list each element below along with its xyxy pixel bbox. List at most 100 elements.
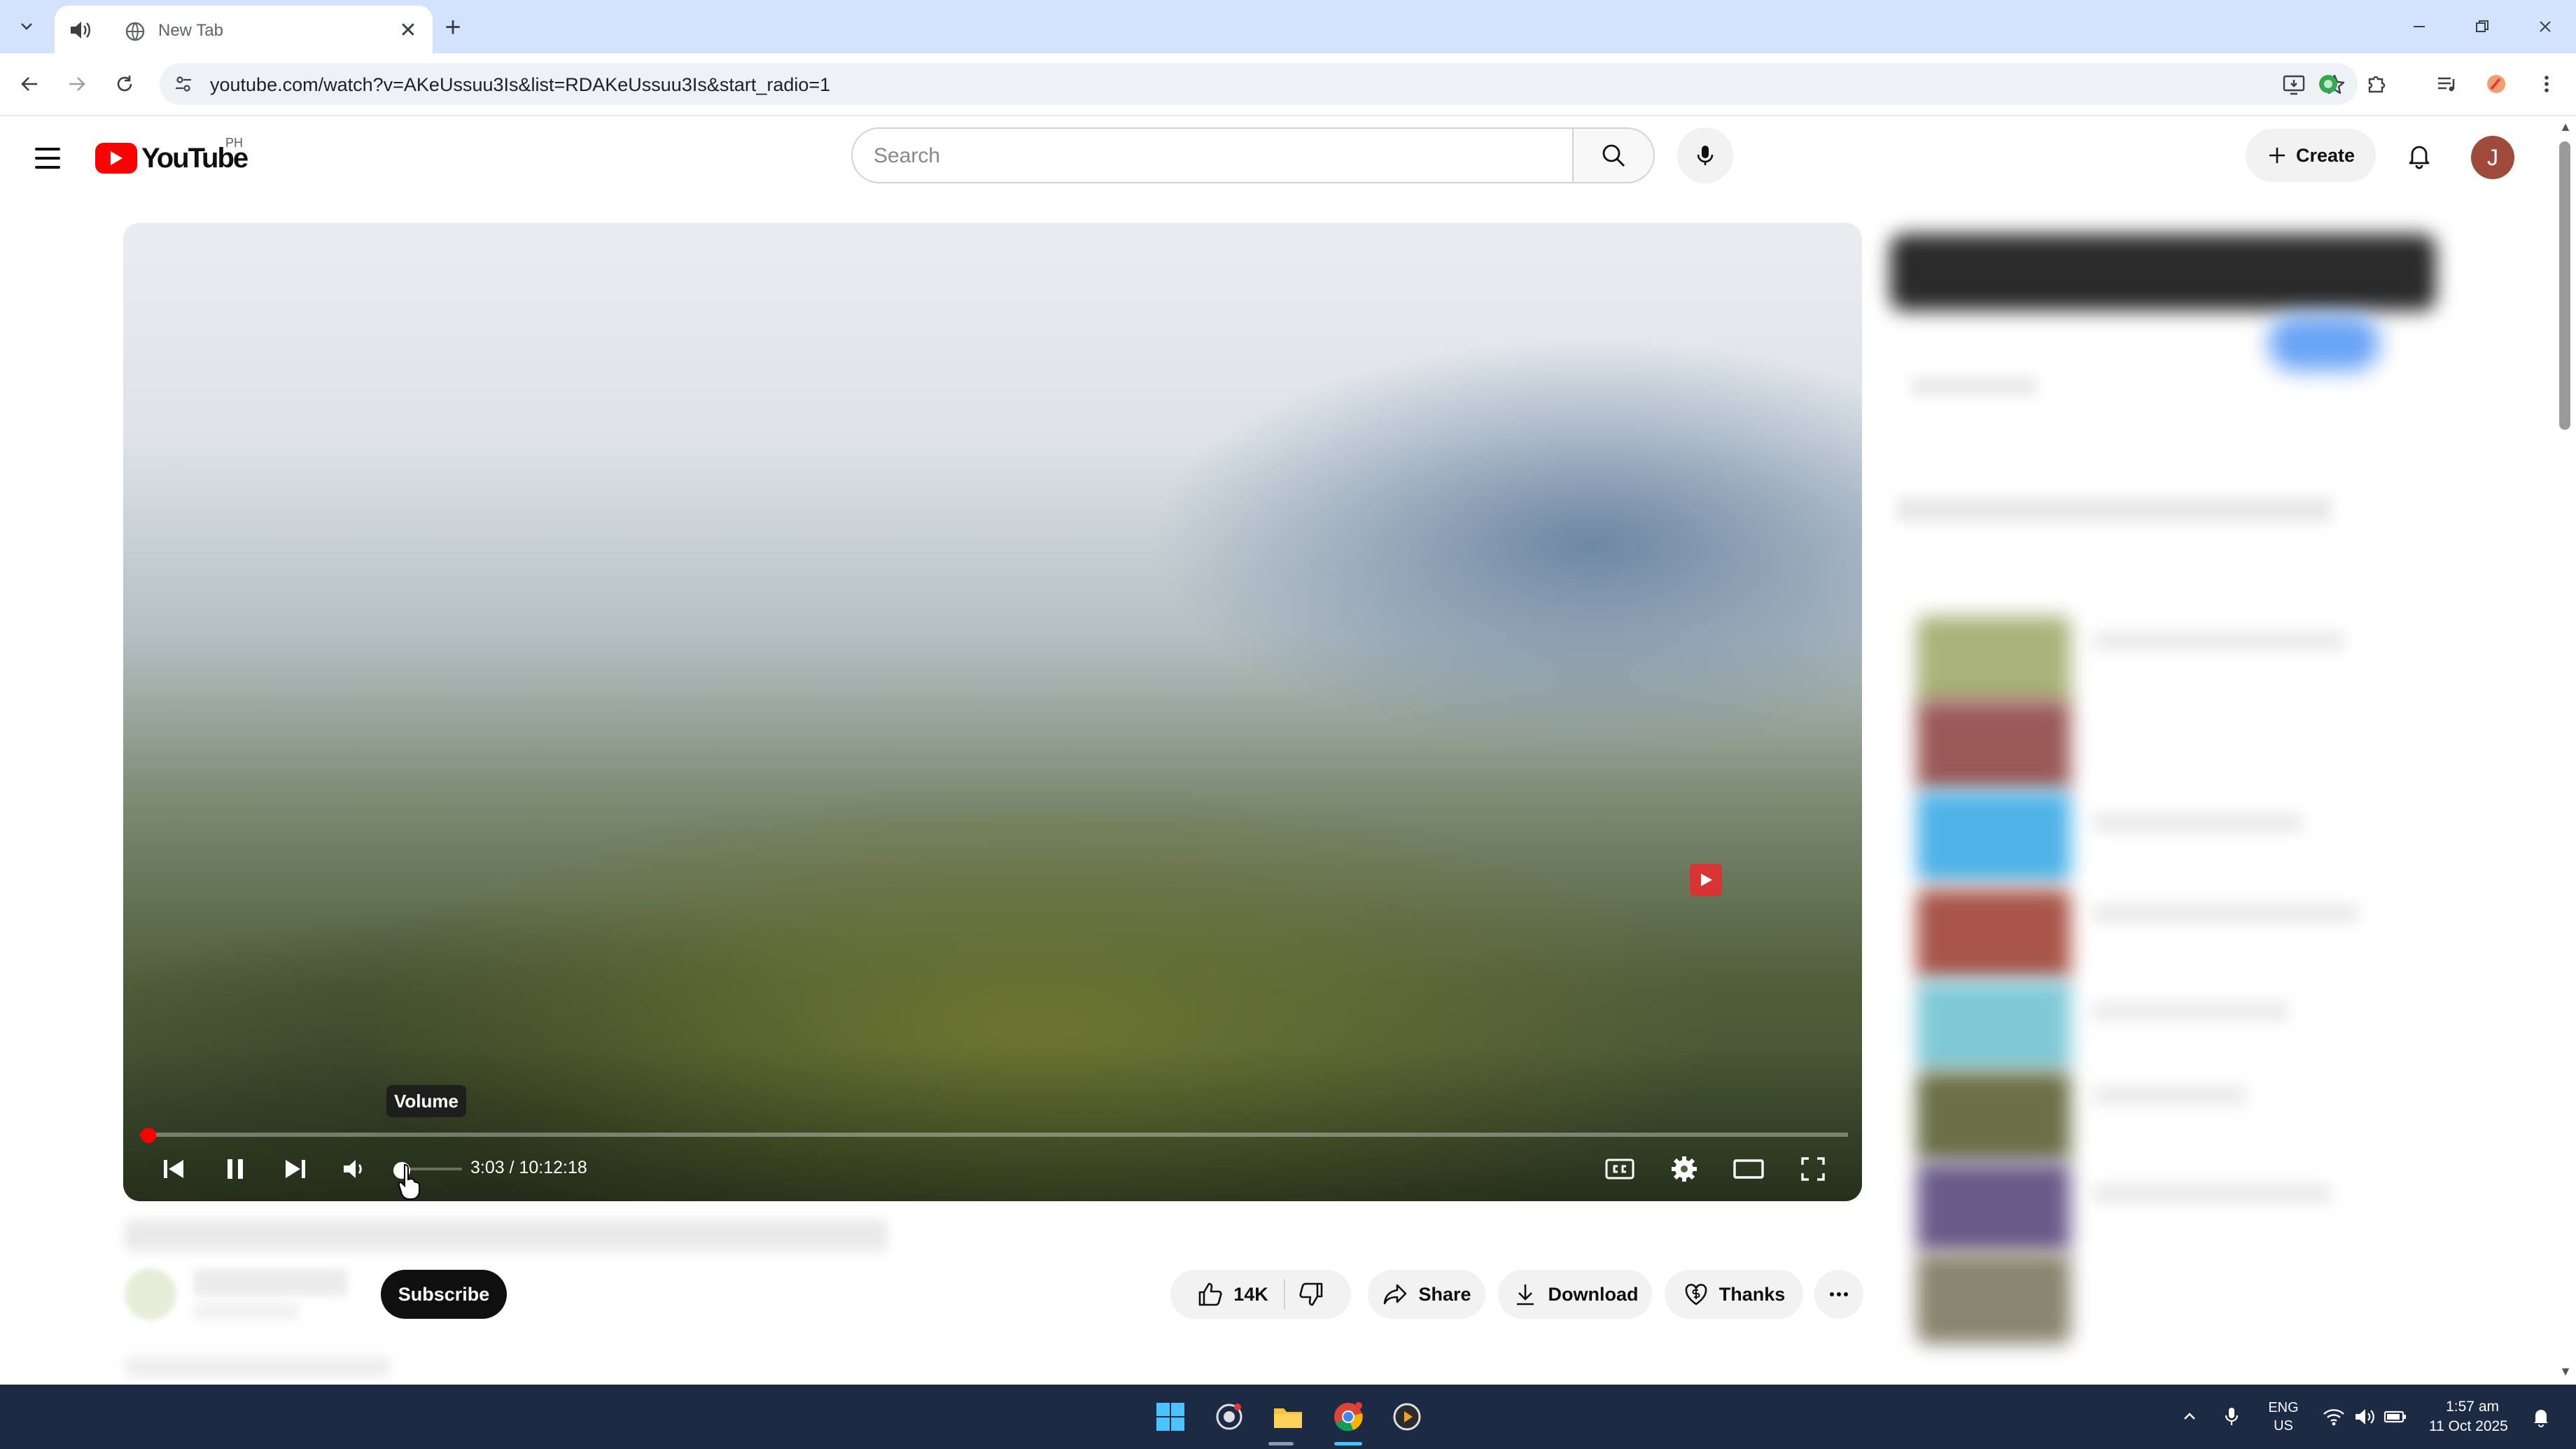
pause-button[interactable] xyxy=(214,1148,256,1190)
subscribe-button[interactable]: Subscribe xyxy=(381,1270,507,1319)
system-clock[interactable]: 1:57 am 11 Oct 2025 xyxy=(2429,1397,2508,1436)
extensions-puzzle-icon[interactable] xyxy=(2359,66,2395,102)
channel-name-blurred[interactable] xyxy=(193,1268,347,1296)
blurred-text xyxy=(2093,1183,2331,1204)
volume-tooltip: Volume xyxy=(386,1085,466,1117)
extension-green-icon[interactable] xyxy=(2310,66,2346,102)
back-button[interactable] xyxy=(11,66,48,102)
blurred-thumbnail[interactable] xyxy=(1917,616,2071,707)
chrome-taskbar-button[interactable] xyxy=(1329,1397,1368,1436)
tab-search-button[interactable] xyxy=(10,10,43,43)
blurred-thumbnail[interactable] xyxy=(1917,791,2071,882)
address-bar[interactable]: youtube.com/watch?v=AKeUssuu3Is&list=RDA… xyxy=(160,63,2358,105)
bell-icon xyxy=(2409,146,2430,169)
blurred-thumbnail[interactable] xyxy=(1917,1162,2071,1253)
channel-avatar[interactable] xyxy=(125,1268,176,1320)
minimize-button[interactable] xyxy=(2398,8,2440,45)
globe-icon xyxy=(125,21,146,42)
speaker-icon[interactable] xyxy=(2352,1404,2377,1429)
fullscreen-button[interactable] xyxy=(1792,1148,1834,1190)
media-player-button[interactable] xyxy=(1387,1397,1427,1436)
previous-button[interactable] xyxy=(153,1148,195,1190)
thanks-button[interactable]: Thanks xyxy=(1665,1270,1803,1319)
tab-audio-icon[interactable] xyxy=(69,20,92,41)
video-player[interactable] xyxy=(123,223,1862,1201)
search-box xyxy=(851,127,1575,183)
show-hidden-icons-icon[interactable] xyxy=(2177,1404,2202,1429)
screen: New Tab ✕ + youtube.com/watch?v=AKeUssuu… xyxy=(0,0,2576,1449)
language-code: ENG xyxy=(2268,1400,2299,1415)
scroll-up-arrow[interactable]: ▲ xyxy=(2558,119,2573,134)
reload-button[interactable] xyxy=(106,66,143,102)
fullscreen-icon xyxy=(1801,1157,1825,1181)
media-controls-icon[interactable] xyxy=(2429,66,2465,102)
play-circle-icon xyxy=(1393,1403,1421,1431)
microphone-tray-icon[interactable] xyxy=(2219,1404,2244,1429)
create-button[interactable]: Create xyxy=(2246,129,2376,182)
share-button[interactable]: Share xyxy=(1368,1270,1485,1319)
youtube-masthead: YouTube PH Create J xyxy=(0,116,2576,200)
guide-menu-icon[interactable] xyxy=(28,139,67,178)
mouse-pointer-icon xyxy=(398,1163,420,1200)
dislike-button[interactable] xyxy=(1295,1281,1324,1308)
download-button[interactable]: Download xyxy=(1498,1270,1652,1319)
blurred-thumbnail[interactable] xyxy=(1917,700,2071,791)
theater-mode-button[interactable] xyxy=(1728,1148,1770,1190)
notifications-button[interactable] xyxy=(2394,130,2444,181)
like-count: 14K xyxy=(1233,1283,1268,1305)
new-tab-button[interactable]: + xyxy=(437,11,469,43)
tab-close-icon[interactable]: ✕ xyxy=(396,18,420,42)
share-icon xyxy=(1384,1284,1407,1305)
progress-scrubber[interactable] xyxy=(141,1128,156,1143)
secondary-column-blurred xyxy=(1883,203,2450,1386)
browser-tab[interactable]: New Tab ✕ xyxy=(55,6,433,53)
settings-button[interactable] xyxy=(1663,1148,1705,1190)
forward-button[interactable] xyxy=(59,66,95,102)
file-explorer-button[interactable] xyxy=(1268,1397,1308,1436)
like-button[interactable]: 14K xyxy=(1197,1279,1285,1310)
app-circle-icon xyxy=(1216,1404,1242,1430)
share-label: Share xyxy=(1418,1283,1471,1305)
subtitles-button[interactable] xyxy=(1599,1148,1641,1190)
blurred-thumbnail[interactable] xyxy=(1917,980,2071,1071)
youtube-logo[interactable]: YouTube xyxy=(95,140,248,176)
profile-extension-icon[interactable] xyxy=(2478,66,2514,102)
blurred-card xyxy=(1890,234,2436,311)
download-icon xyxy=(1516,1284,1534,1306)
skip-previous-icon xyxy=(164,1160,183,1178)
blurred-thumbnail[interactable] xyxy=(1917,1253,2071,1344)
account-avatar[interactable]: J xyxy=(2471,136,2514,179)
chevron-down-icon xyxy=(21,23,32,30)
notification-center-icon[interactable] xyxy=(2528,1404,2554,1429)
battery-icon[interactable] xyxy=(2383,1404,2408,1429)
description-blurred xyxy=(125,1357,391,1378)
language-indicator[interactable]: ENG US xyxy=(2267,1399,2300,1435)
country-code: PH xyxy=(225,136,244,150)
close-window-button[interactable] xyxy=(2524,8,2566,45)
windows-logo-icon xyxy=(1156,1403,1184,1431)
wifi-icon[interactable] xyxy=(2321,1404,2346,1429)
next-button[interactable] xyxy=(274,1148,316,1190)
start-button[interactable] xyxy=(1151,1397,1190,1436)
browser-menu-icon[interactable] xyxy=(2528,66,2565,102)
restore-button[interactable] xyxy=(2461,8,2503,45)
taskbar-app-icon[interactable] xyxy=(1210,1397,1249,1436)
voice-search-button[interactable] xyxy=(1677,127,1733,183)
download-label: Download xyxy=(1548,1283,1639,1305)
like-dislike-group: 14K xyxy=(1170,1270,1351,1319)
blurred-thumbnail[interactable] xyxy=(1917,889,2071,980)
install-app-icon[interactable] xyxy=(2279,70,2309,99)
mute-button[interactable] xyxy=(333,1148,375,1190)
more-actions-button[interactable] xyxy=(1814,1270,1863,1319)
progress-bar[interactable] xyxy=(140,1133,1848,1137)
blurred-text xyxy=(2093,630,2345,651)
url-text[interactable]: youtube.com/watch?v=AKeUssuu3Is&list=RDA… xyxy=(210,74,830,96)
scroll-down-arrow[interactable]: ▼ xyxy=(2558,1364,2573,1379)
search-button[interactable] xyxy=(1572,127,1655,183)
channel-watermark-icon[interactable] xyxy=(1690,864,1722,896)
page-scrollbar[interactable] xyxy=(2559,141,2570,430)
tab-title: New Tab xyxy=(158,21,223,40)
search-input[interactable] xyxy=(874,141,1546,171)
site-info-icon[interactable] xyxy=(171,71,196,97)
blurred-thumbnail[interactable] xyxy=(1917,1071,2071,1162)
